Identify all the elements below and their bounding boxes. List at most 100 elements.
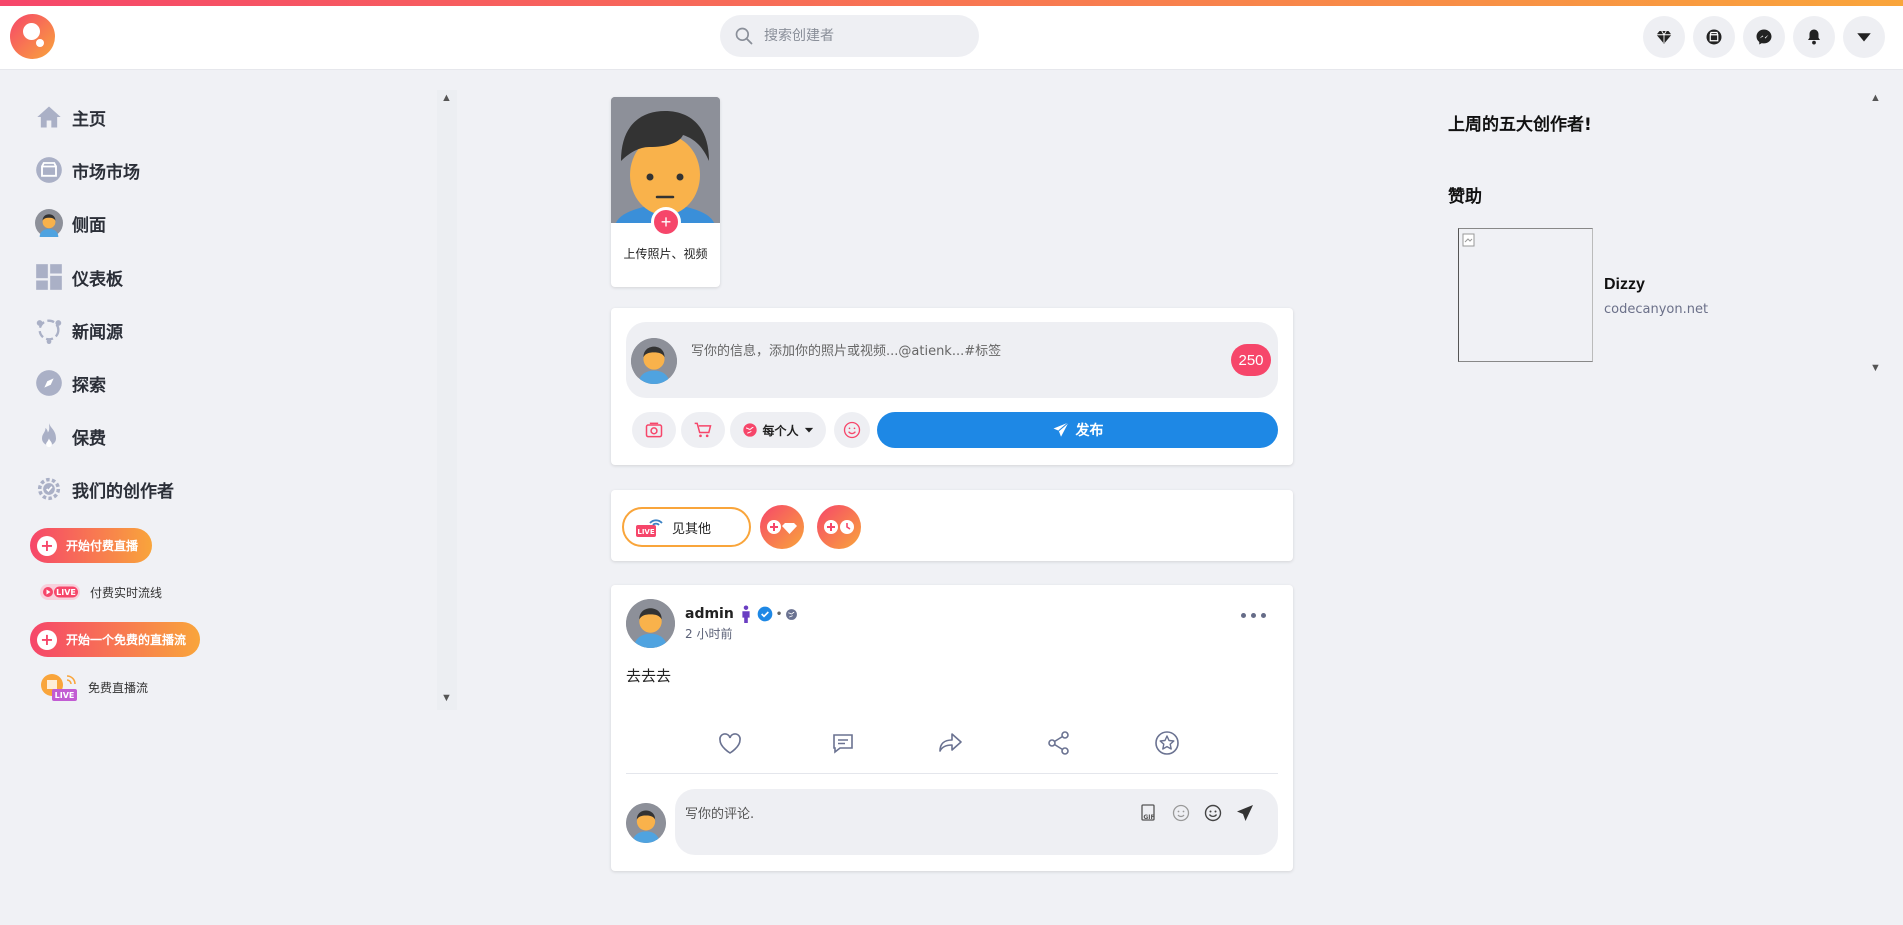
free-live-icon: LIVE xyxy=(41,674,77,701)
smile-icon xyxy=(843,421,861,439)
newsfeed-icon xyxy=(36,319,62,344)
avatar xyxy=(35,209,63,237)
market-icon xyxy=(36,157,62,183)
user-menu-button[interactable] xyxy=(1843,16,1885,58)
live-streams-bar: LIVE 见其他 xyxy=(611,490,1293,561)
post-author[interactable]: admin • xyxy=(685,605,798,623)
share-icon[interactable] xyxy=(1044,728,1074,758)
sticker-icon[interactable] xyxy=(1171,803,1191,823)
caret-down-icon xyxy=(804,427,813,433)
start-paid-live-circle[interactable] xyxy=(760,505,804,549)
separator-dot: • xyxy=(775,608,783,620)
scroll-up-icon[interactable]: ▲ xyxy=(441,92,452,104)
free-live-stream-link[interactable]: LIVE 免费直播流 xyxy=(40,672,148,702)
right-scroll-down-icon[interactable]: ▼ xyxy=(1870,362,1881,374)
plus-icon: + xyxy=(37,629,57,650)
publish-button[interactable]: 发布 xyxy=(877,412,1278,448)
repost-icon[interactable] xyxy=(936,728,966,758)
sponsor-image[interactable] xyxy=(1458,228,1593,362)
add-photo-button[interactable] xyxy=(632,412,676,448)
emoji-button[interactable] xyxy=(834,412,870,448)
see-others-button[interactable]: LIVE 见其他 xyxy=(622,507,751,547)
globe-icon xyxy=(786,608,798,620)
send-comment-icon[interactable] xyxy=(1235,803,1255,823)
shop-icon xyxy=(1706,29,1722,45)
start-free-live-circle[interactable] xyxy=(817,505,861,549)
sidebar-item-label: 我们的创作者 xyxy=(72,481,174,502)
right-sidebar: 上周的五大创作者! 赞助 Dizzy codecanyon.net xyxy=(1448,90,1888,380)
free-live-stream-label: 免费直播流 xyxy=(88,680,149,695)
sponsor-name[interactable]: Dizzy xyxy=(1604,276,1645,294)
right-scroll-up-icon[interactable]: ▲ xyxy=(1870,92,1881,104)
sidebar-item-label: 侧面 xyxy=(72,215,106,236)
verified-icon xyxy=(757,606,773,622)
feed-post: admin • 2 小时前 去去去 写你的评论. GIF xyxy=(611,585,1293,871)
like-icon[interactable] xyxy=(715,728,745,758)
caret-down-icon xyxy=(1857,33,1871,42)
sponsor-url[interactable]: codecanyon.net xyxy=(1604,302,1708,317)
scroll-down-icon[interactable]: ▼ xyxy=(441,692,452,704)
sidebar-item-creators[interactable]: 我们的创作者 xyxy=(34,472,174,506)
add-product-button[interactable] xyxy=(681,412,725,448)
post-divider xyxy=(626,773,1278,774)
shop-button[interactable] xyxy=(1693,16,1735,58)
compass-icon xyxy=(36,370,62,396)
sidebar-item-explore[interactable]: 探索 xyxy=(34,366,106,400)
search-bar[interactable] xyxy=(720,15,979,57)
messenger-button[interactable] xyxy=(1743,16,1785,58)
sidebar-item-profile[interactable]: 侧面 xyxy=(34,206,106,240)
dashboard-icon xyxy=(36,264,62,290)
gif-label: GIF xyxy=(1143,814,1154,821)
favorite-icon[interactable] xyxy=(1152,728,1182,758)
live-badge-text: LIVE xyxy=(55,691,75,700)
author-name[interactable]: admin xyxy=(685,606,734,622)
add-story-button[interactable]: + xyxy=(651,207,681,237)
sidebar-item-market[interactable]: 市场市场 xyxy=(34,153,140,187)
diamond-button[interactable] xyxy=(1643,16,1685,58)
plus-icon: + xyxy=(37,535,57,556)
live-badge-text: LIVE xyxy=(637,528,654,536)
emoji-icon[interactable] xyxy=(1203,803,1223,823)
sidebar-item-label: 探索 xyxy=(72,375,106,396)
messenger-icon xyxy=(1756,29,1772,45)
search-input[interactable] xyxy=(764,28,964,44)
paid-live-stream-link[interactable]: LIVE 付费实时流线 xyxy=(40,580,162,604)
live-badge-icon: LIVE xyxy=(40,584,80,600)
sidebar-item-dashboard[interactable]: 仪表板 xyxy=(34,260,123,294)
story-avatar xyxy=(611,97,720,223)
post-time[interactable]: 2 小时前 xyxy=(685,625,732,642)
post-input[interactable] xyxy=(626,322,1278,398)
post-body: 去去去 xyxy=(626,667,672,685)
avatar[interactable] xyxy=(626,599,675,648)
sponsor-title: 赞助 xyxy=(1448,187,1482,207)
sidebar-item-label: 新闻源 xyxy=(72,322,123,343)
story-upload-card[interactable]: + 上传照片、视频 xyxy=(611,97,720,287)
publish-label: 发布 xyxy=(1075,423,1104,439)
photo-icon xyxy=(645,422,663,438)
sidebar-scrollbar[interactable] xyxy=(437,90,457,710)
paid-live-stream-label: 付费实时流线 xyxy=(90,585,163,600)
sidebar-item-home[interactable]: 主页 xyxy=(34,100,106,134)
home-icon xyxy=(37,106,61,128)
char-count-badge: 250 xyxy=(1231,344,1271,376)
top-header xyxy=(0,6,1903,70)
gif-icon[interactable]: GIF xyxy=(1139,803,1159,823)
post-composer: 写你的信息，添加你的照片或视频...@atienk...#标签 250 每个人 … xyxy=(611,308,1293,465)
audience-label: 每个人 xyxy=(762,423,799,438)
start-free-live-button[interactable]: + 开始一个免费的直播流 xyxy=(30,622,201,657)
sidebar-item-premium[interactable]: 保费 xyxy=(34,419,106,453)
person-icon xyxy=(742,605,750,623)
post-options-button[interactable] xyxy=(1241,613,1266,618)
sidebar-item-newsfeed[interactable]: 新闻源 xyxy=(34,313,123,347)
notifications-button[interactable] xyxy=(1793,16,1835,58)
plus-diamond-icon xyxy=(767,520,797,534)
comment-icon[interactable] xyxy=(828,728,858,758)
plus-clock-icon xyxy=(824,520,854,534)
avatar xyxy=(626,803,666,843)
logo[interactable] xyxy=(10,14,55,59)
comment-placeholder: 写你的评论. xyxy=(685,807,755,822)
start-paid-live-button[interactable]: + 开始付费直播 xyxy=(30,528,153,563)
see-others-label: 见其他 xyxy=(672,521,712,537)
audience-selector[interactable]: 每个人 xyxy=(730,412,826,448)
start-paid-live-label: 开始付费直播 xyxy=(66,539,139,553)
